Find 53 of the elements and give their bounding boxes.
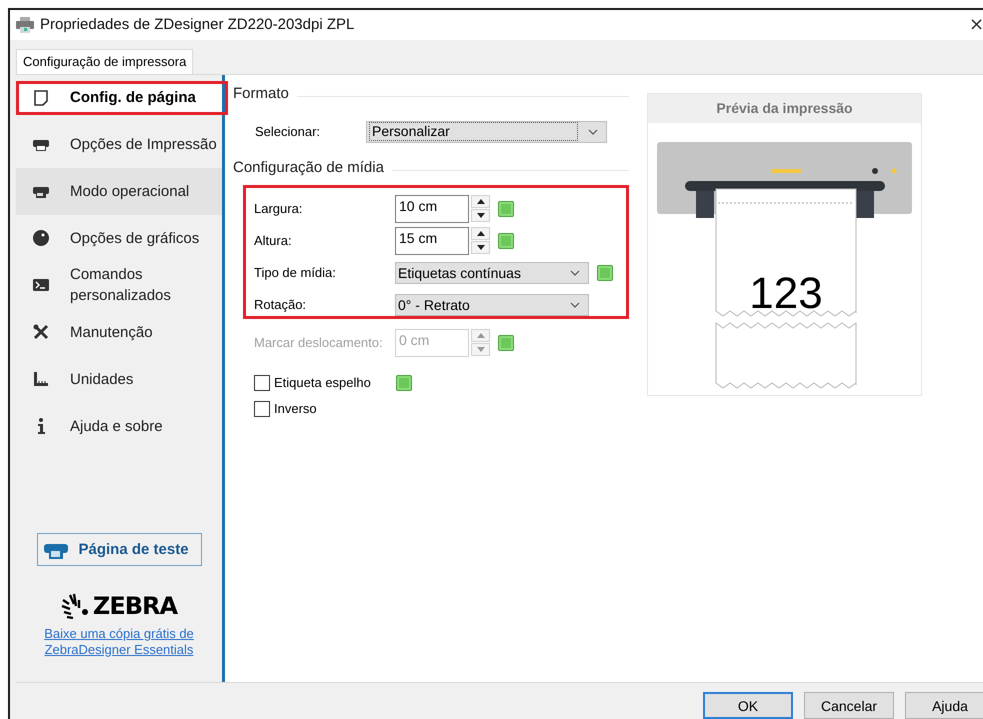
sidebar-item[interactable]: Opções de Impressão (16, 120, 222, 168)
down-arrow-icon (476, 346, 484, 352)
test-page-button[interactable]: Página de teste (36, 533, 202, 566)
printer-icon (16, 16, 34, 33)
close-button[interactable]: × (969, 14, 983, 36)
sidebar-item[interactable]: Modo operacional (16, 168, 222, 215)
up-arrow-icon (476, 332, 484, 338)
field-label: Rotação: (254, 297, 308, 312)
dropdown[interactable]: Etiquetas contínuas (395, 262, 589, 284)
sidebar-item[interactable]: Opções de gráficos (16, 214, 222, 262)
section-heading: Formato (233, 85, 289, 102)
dialog-button[interactable]: Cancelar (804, 692, 894, 719)
number-field[interactable]: 10 cm (395, 194, 469, 223)
chevron-down-icon (588, 128, 598, 135)
format-dropdown[interactable]: Personalizar (366, 120, 607, 143)
down-arrow-icon (476, 212, 484, 218)
sidebar-item[interactable]: Unidades (16, 356, 222, 403)
spin-up-button[interactable] (471, 226, 490, 240)
checkbox-label: Etiqueta espelho (274, 375, 372, 390)
sidebar-item[interactable]: Comandos personalizados (16, 262, 222, 309)
spin-down-button[interactable] (471, 240, 490, 254)
sidebar-item[interactable]: Ajuda e sobre (16, 402, 222, 450)
sample-text: 123 (749, 268, 823, 318)
window-title: Propriedades de ZDesigner ZD220-203dpi ZPL (40, 16, 356, 34)
field-label: Altura: (254, 233, 293, 248)
chevron-down-icon (570, 270, 580, 276)
checkbox[interactable] (254, 374, 270, 391)
down-arrow-icon (476, 244, 484, 250)
dialog-button[interactable]: OK (703, 692, 793, 719)
dropdown[interactable]: 0° - Retrato (395, 294, 589, 316)
ruler-icon (32, 370, 50, 388)
up-arrow-icon (476, 230, 484, 236)
checkbox-label: Inverso (274, 401, 318, 416)
number-field[interactable]: 15 cm (395, 226, 469, 255)
dialog-button[interactable]: Ajuda (905, 692, 983, 719)
field-label: Marcar deslocamento: (254, 335, 384, 350)
spin-down-button[interactable] (471, 208, 490, 222)
spin-up-button[interactable] (471, 194, 490, 208)
download-link[interactable]: Baixe uma cópia grátis de ZebraDesigner Essentials (34, 626, 204, 658)
field-label: Largura: (254, 201, 304, 216)
page-icon (32, 88, 50, 107)
field-label: Tipo de mídia: (254, 265, 337, 280)
zebra-stripes-icon (60, 592, 89, 620)
ball-icon (32, 229, 50, 248)
section-heading: Configuração de mídia (233, 159, 384, 176)
checkbox[interactable] (254, 400, 270, 417)
brand-name: ZEBRA (92, 592, 178, 620)
tab[interactable]: Configuração de impressora (16, 48, 194, 74)
up-arrow-icon (476, 198, 484, 204)
tools-icon (32, 323, 50, 342)
preview-title: Prévia da impressão (716, 100, 853, 116)
sidebar-item[interactable]: Manutenção (16, 308, 222, 356)
chevron-down-icon (570, 302, 580, 308)
